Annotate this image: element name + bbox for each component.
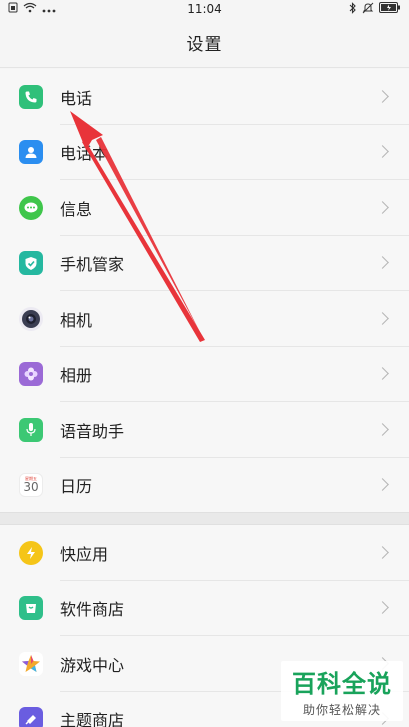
settings-item-camera[interactable]: 相机 — [0, 291, 409, 347]
theme-store-icon — [19, 707, 43, 727]
gallery-icon — [19, 362, 43, 387]
page-title-bar: 设置 — [0, 18, 409, 68]
phone-icon — [19, 84, 43, 109]
settings-item-voice-assistant[interactable]: 语音助手 — [0, 402, 409, 458]
chevron-right-icon — [376, 145, 389, 159]
calendar-icon: 星期五 30 — [19, 473, 43, 498]
calendar-day: 30 — [23, 480, 39, 495]
settings-item-label: 主题商店 — [60, 711, 125, 727]
page-title: 设置 — [186, 35, 223, 55]
settings-item-phone[interactable]: 电话 — [0, 69, 409, 125]
watermark-subtitle: 助你轻松解决 — [302, 703, 381, 717]
watermark-title: 百科全说 — [292, 670, 392, 698]
voice-assistant-icon — [19, 417, 43, 442]
chevron-right-icon — [376, 200, 389, 214]
chevron-right-icon — [376, 256, 389, 270]
chevron-right-icon — [376, 545, 389, 559]
status-bar: 11:04 — [0, 0, 409, 18]
settings-item-label: 软件商店 — [60, 600, 125, 620]
phone-manager-icon — [19, 251, 43, 276]
settings-item-label: 手机管家 — [60, 255, 125, 275]
settings-item-messages[interactable]: 信息 — [0, 180, 409, 236]
status-time: 11:04 — [187, 2, 222, 16]
messages-icon — [19, 195, 43, 220]
settings-item-label: 信息 — [60, 199, 93, 219]
contacts-icon — [19, 140, 43, 165]
settings-item-label: 相机 — [60, 310, 93, 330]
settings-item-gallery[interactable]: 相册 — [0, 347, 409, 403]
quick-app-icon — [19, 540, 43, 565]
chevron-right-icon — [376, 89, 389, 103]
settings-item-quick-app[interactable]: 快应用 — [0, 525, 409, 581]
watermark-logo: 百科全说 助你轻松解决 — [281, 661, 403, 721]
settings-item-label: 日历 — [60, 477, 93, 497]
chevron-right-icon — [376, 367, 389, 381]
game-center-icon — [19, 651, 43, 676]
settings-group-apps: 电话 电话本 信息 手机管家 相机 相册 语音助手 星期五 30 日历 — [0, 69, 409, 513]
settings-item-phone-manager[interactable]: 手机管家 — [0, 236, 409, 292]
chevron-right-icon — [376, 311, 389, 325]
group-separator — [0, 512, 409, 525]
settings-item-app-store[interactable]: 软件商店 — [0, 581, 409, 637]
app-store-icon — [19, 596, 43, 621]
settings-item-label: 电话本 — [60, 144, 109, 164]
camera-icon — [19, 306, 43, 331]
settings-item-contacts[interactable]: 电话本 — [0, 125, 409, 181]
chevron-right-icon — [376, 422, 389, 436]
settings-item-label: 语音助手 — [60, 421, 125, 441]
settings-item-label: 快应用 — [60, 544, 109, 564]
settings-item-label: 电话 — [60, 88, 93, 108]
chevron-right-icon — [376, 601, 389, 615]
settings-item-label: 游戏中心 — [60, 655, 125, 675]
settings-item-calendar[interactable]: 星期五 30 日历 — [0, 458, 409, 514]
settings-item-label: 相册 — [60, 366, 93, 386]
chevron-right-icon — [376, 478, 389, 492]
